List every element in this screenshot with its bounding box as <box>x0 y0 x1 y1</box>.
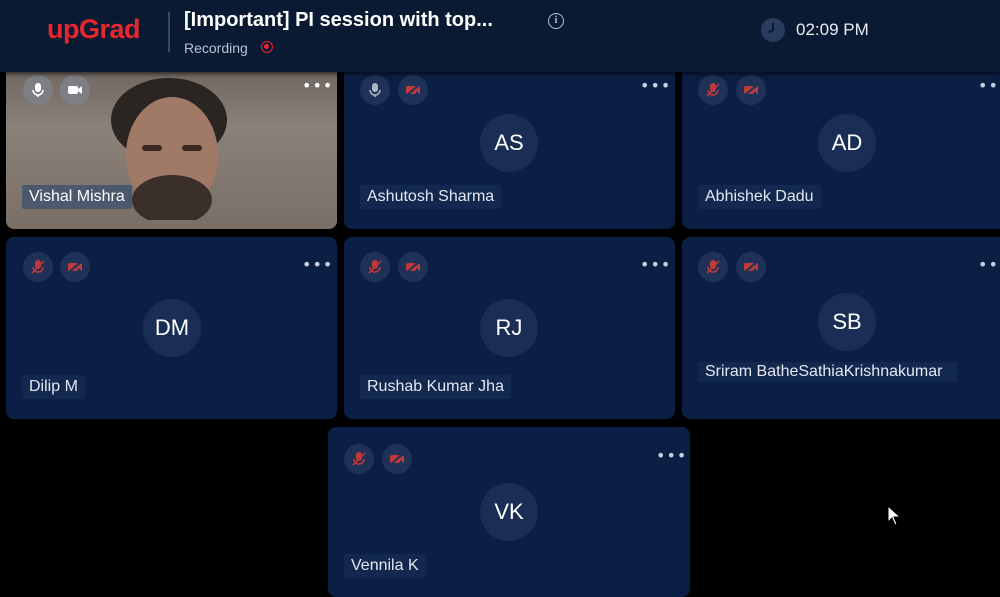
camera-off-icon[interactable] <box>736 252 766 282</box>
participant-avatar: DM <box>143 299 201 357</box>
more-options-icon[interactable]: ••• <box>978 78 1000 94</box>
more-options-icon[interactable]: ••• <box>302 257 333 273</box>
camera-icon[interactable] <box>60 75 90 105</box>
participant-name: Ashutosh Sharma <box>360 185 502 209</box>
top-bar: upGrad [Important] PI session with top..… <box>0 0 1000 72</box>
header-divider <box>168 12 170 52</box>
camera-off-icon[interactable] <box>382 444 412 474</box>
participant-avatar: VK <box>480 483 538 541</box>
more-options-icon[interactable]: ••• <box>978 257 1000 273</box>
microphone-muted-icon[interactable] <box>344 444 374 474</box>
session-title: [Important] PI session with top... <box>184 9 493 31</box>
recording-label: Recording <box>184 40 248 56</box>
participant-tile-ashutosh-sharma[interactable]: ••• AS Ashutosh Sharma <box>344 60 675 229</box>
upgrad-logo: upGrad <box>47 14 141 44</box>
participant-name: Dilip M <box>22 375 85 399</box>
microphone-muted-icon[interactable] <box>698 75 728 105</box>
participant-avatar: SB <box>818 293 876 351</box>
clock-icon <box>761 18 785 42</box>
participant-tile-vennila-k[interactable]: ••• VK Vennila K <box>328 427 690 597</box>
microphone-muted-icon[interactable] <box>23 252 53 282</box>
camera-off-icon[interactable] <box>398 75 428 105</box>
participant-tile-abhishek-dadu[interactable]: ••• AD Abhishek Dadu <box>682 60 1000 229</box>
camera-off-icon[interactable] <box>736 75 766 105</box>
participant-tile-dilip-m[interactable]: ••• DM Dilip M <box>6 237 337 419</box>
more-options-icon[interactable]: ••• <box>302 78 333 94</box>
participant-avatar: AD <box>818 114 876 172</box>
participant-name: Sriram BatheSathiaKrishnakumar <box>698 362 957 382</box>
microphone-icon[interactable] <box>360 75 390 105</box>
info-icon[interactable]: i <box>548 13 564 29</box>
participant-tile-vishal-mishra[interactable]: ••• Vishal Mishra <box>6 60 337 229</box>
mouse-cursor-icon <box>887 505 901 526</box>
camera-off-icon[interactable] <box>60 252 90 282</box>
clock-time: 02:09 PM <box>796 20 869 39</box>
participant-name: Vennila K <box>344 554 426 578</box>
participant-avatar: AS <box>480 114 538 172</box>
microphone-muted-icon[interactable] <box>360 252 390 282</box>
participant-tile-rushab-kumar-jha[interactable]: ••• RJ Rushab Kumar Jha <box>344 237 675 419</box>
more-options-icon[interactable]: ••• <box>640 78 671 94</box>
participant-name: Abhishek Dadu <box>698 185 821 209</box>
participant-tile-sriram[interactable]: ••• SB Sriram BatheSathiaKrishnakumar <box>682 237 1000 419</box>
participant-avatar: RJ <box>480 299 538 357</box>
more-options-icon[interactable]: ••• <box>656 448 687 464</box>
participant-name: Rushab Kumar Jha <box>360 375 511 399</box>
camera-off-icon[interactable] <box>398 252 428 282</box>
recording-indicator-icon <box>261 41 273 53</box>
microphone-icon[interactable] <box>23 75 53 105</box>
participant-name: Vishal Mishra <box>22 185 132 209</box>
more-options-icon[interactable]: ••• <box>640 257 671 273</box>
microphone-muted-icon[interactable] <box>698 252 728 282</box>
